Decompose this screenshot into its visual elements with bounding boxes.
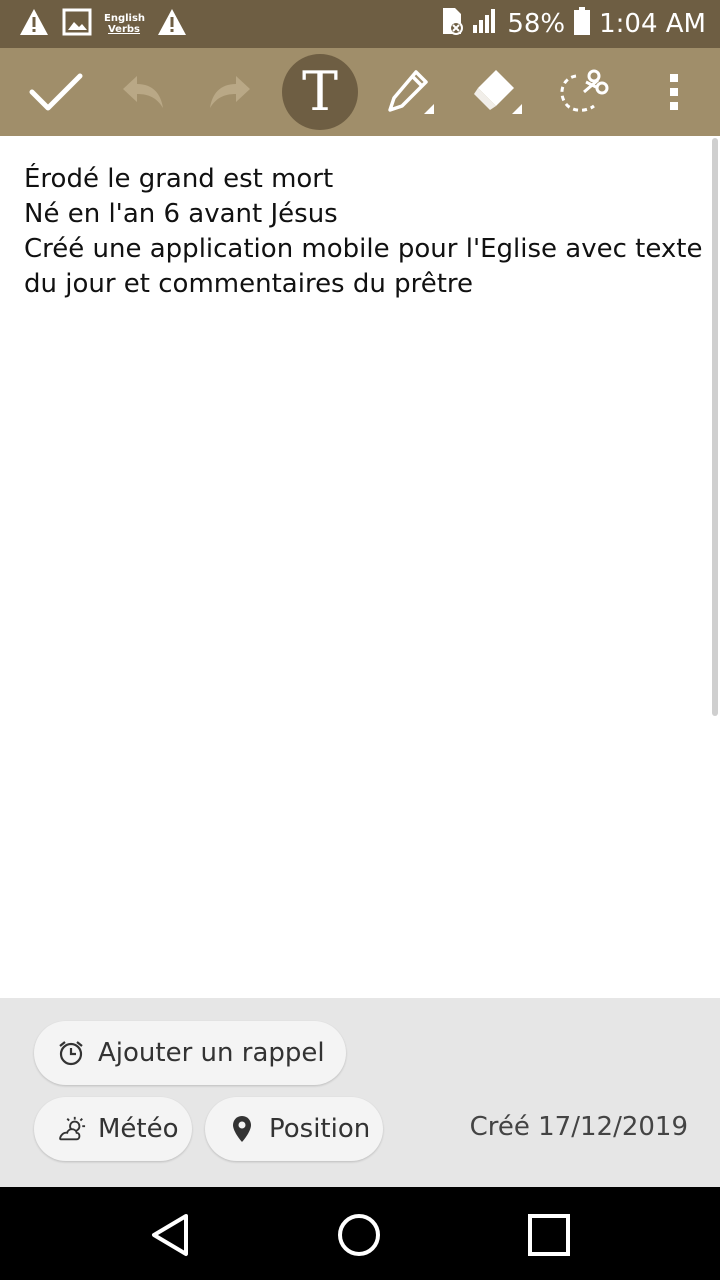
lasso-tool-button[interactable]: [545, 54, 621, 130]
confirm-button[interactable]: [18, 54, 94, 130]
image-icon: [62, 8, 92, 40]
undo-button[interactable]: [105, 54, 181, 130]
more-vert-icon: [670, 74, 678, 110]
lasso-scissors-icon: [560, 69, 609, 112]
undo-icon: [123, 76, 163, 108]
warning-icon: [156, 7, 188, 41]
system-status: 58% 1:04 AM: [439, 6, 706, 43]
notification-icons: English Verbs: [18, 8, 188, 40]
location-label: Position: [269, 1114, 371, 1144]
eraser-icon: [474, 70, 522, 114]
battery-icon: [573, 6, 591, 43]
clock: 1:04 AM: [599, 9, 706, 39]
note-line: Né en l'an 6 avant Jésus: [24, 199, 338, 229]
warning-icon: [18, 7, 50, 41]
weather-icon: [56, 1114, 86, 1144]
back-button[interactable]: [140, 1205, 200, 1265]
check-icon: [29, 73, 83, 111]
scrollbar[interactable]: [712, 138, 718, 716]
signal-icon: [471, 7, 499, 42]
navigation-bar: [0, 1187, 720, 1280]
location-button[interactable]: Position: [205, 1097, 383, 1161]
note-line: du jour et commentaires du prêtre: [24, 269, 474, 299]
home-circle-icon: [338, 1214, 380, 1256]
alarm-clock-icon: [56, 1038, 86, 1068]
weather-button[interactable]: Météo: [34, 1097, 192, 1161]
more-options-button[interactable]: [636, 54, 712, 130]
location-pin-icon: [227, 1114, 257, 1144]
pen-tool-button[interactable]: [372, 54, 448, 130]
created-date: Créé 17/12/2019: [469, 1112, 688, 1142]
home-button[interactable]: [329, 1205, 389, 1265]
recents-square-icon: [528, 1214, 570, 1256]
sd-card-icon: [439, 6, 464, 43]
text-tool-button[interactable]: T: [282, 54, 358, 130]
recents-button[interactable]: [519, 1205, 579, 1265]
redo-button[interactable]: [192, 54, 268, 130]
weather-label: Météo: [98, 1114, 179, 1144]
status-bar: English Verbs 58% 1:04 AM: [0, 0, 720, 48]
note-info-panel: Ajouter un rappel Météo Position Créé 17…: [0, 998, 720, 1187]
battery-percent: 58%: [507, 9, 566, 39]
redo-icon: [210, 76, 250, 108]
editor-toolbar: T: [0, 48, 720, 136]
back-triangle-icon: [152, 1214, 188, 1256]
eraser-tool-button[interactable]: [459, 54, 535, 130]
add-reminder-button[interactable]: Ajouter un rappel: [34, 1021, 346, 1085]
text-tool-icon: T: [301, 60, 339, 123]
pen-icon: [388, 70, 434, 114]
note-text-area[interactable]: Érodé le grand est mort Né en l'an 6 ava…: [24, 162, 703, 302]
add-reminder-label: Ajouter un rappel: [98, 1038, 325, 1068]
note-line: Créé une application mobile pour l'Eglis…: [24, 234, 703, 264]
english-verbs-icon: English Verbs: [104, 13, 146, 35]
note-line: Érodé le grand est mort: [24, 164, 334, 194]
